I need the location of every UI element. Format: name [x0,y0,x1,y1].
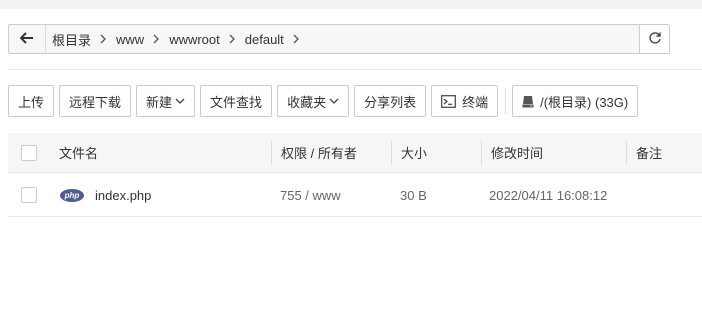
column-divider [391,141,392,165]
top-strip [0,0,702,9]
modified-time-cell: 2022/04/11 16:08:12 [489,187,608,203]
size-cell: 30 B [400,187,427,203]
remote-download-button[interactable]: 远程下载 [59,85,132,117]
path-bar: 根目录 www wwwroot default [8,24,670,54]
header-permission[interactable]: 权限 / 所有者 [281,133,357,172]
header-modified-time[interactable]: 修改时间 [491,133,543,172]
permission-cell[interactable]: 755 / www [280,174,341,216]
row-select-cell [21,174,37,216]
arrow-left-icon [19,31,34,47]
new-dropdown-button[interactable]: 新建 [136,85,196,117]
file-search-button[interactable]: 文件查找 [200,85,273,117]
disk-icon [522,95,534,108]
chevron-right-icon [293,34,299,44]
breadcrumb-item-root[interactable]: 根目录 [52,30,110,49]
chevron-down-icon [175,98,185,104]
divider [8,69,702,70]
header-note: 备注 [636,146,663,161]
chevron-right-icon [153,34,160,44]
file-table-header: 文件名 权限 / 所有者 大小 修改时间 备注 [8,133,702,173]
file-name-cell[interactable]: php index.php [60,174,151,216]
breadcrumb-item-default[interactable]: default [245,32,303,47]
select-all-checkbox[interactable] [21,144,37,161]
share-list-button[interactable]: 分享列表 [354,85,427,117]
header-file-name[interactable]: 文件名 [59,133,98,172]
php-file-icon: php [60,188,84,202]
file-name[interactable]: index.php [95,188,151,203]
column-divider [271,141,272,165]
breadcrumb-item-wwwroot[interactable]: wwwroot [169,32,239,47]
chevron-right-icon [229,34,235,44]
back-button[interactable] [9,25,46,53]
refresh-icon [648,31,662,48]
disk-button[interactable]: /(根目录) (33G) [512,85,639,117]
terminal-button[interactable]: 终端 [431,85,499,117]
select-all-cell [21,133,37,172]
upload-button[interactable]: 上传 [8,85,55,117]
row-checkbox[interactable] [21,187,37,203]
table-row[interactable]: php index.php 755 / www 30 B 2022/04/11 … [8,174,702,217]
favorites-dropdown-button[interactable]: 收藏夹 [277,85,350,117]
breadcrumb-item-www[interactable]: www [116,32,163,47]
column-divider [626,141,627,165]
toolbar-separator [505,88,507,114]
header-size[interactable]: 大小 [401,133,427,172]
chevron-down-icon [329,98,339,104]
chevron-right-icon [100,34,106,44]
column-divider [481,141,482,165]
file-toolbar: 上传 远程下载 新建 文件查找 收藏夹 分享列表 终端 /(根目录) (33G) [8,85,643,117]
refresh-button[interactable] [639,25,669,53]
terminal-icon [441,94,456,108]
breadcrumb: 根目录 www wwwroot default [46,25,639,53]
